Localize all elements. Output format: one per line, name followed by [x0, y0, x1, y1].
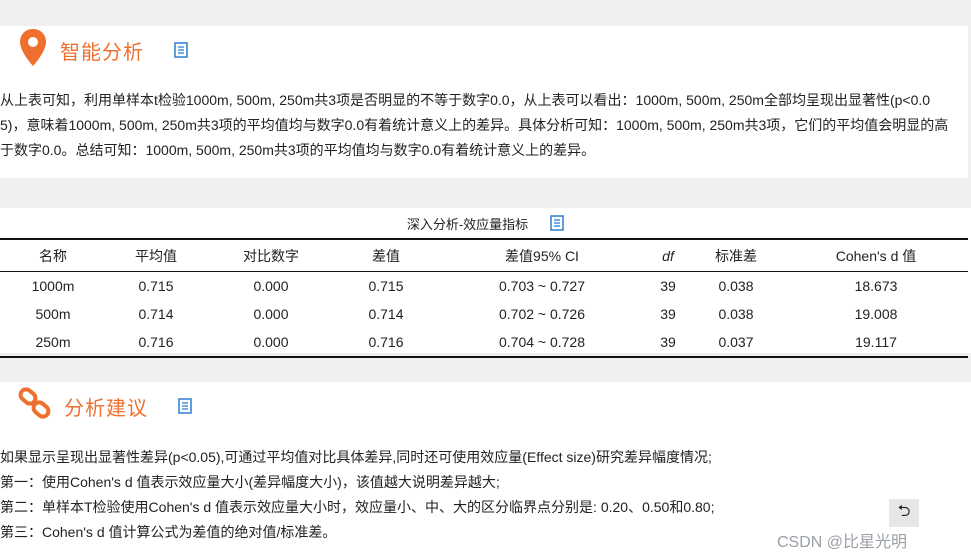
smart-analysis-line: 从上表可知，利用单样本t检验1000m, 500m, 250m共3项是否明显的不…: [0, 92, 931, 108]
smart-analysis-line: 5)，意味着1000m, 500m, 250m共3项的平均值均与数字0.0有着统…: [0, 117, 949, 133]
table-cell: 500m: [35, 306, 71, 322]
column-header: Cohen's d 值: [784, 238, 968, 272]
advice-line: 第一：使用Cohen's d 值表示效应量大小(差异幅度大小)，该值越大说明差异…: [0, 474, 500, 490]
effect-size-panel: 深入分析-效应量指标 名称 平均值 对比数字 差值 差值95% CI df 标准…: [0, 208, 971, 358]
table-cell: 0.000: [206, 328, 336, 358]
smart-analysis-line: 于数字0.0。总结可知：1000m, 500m, 250m共3项的平均值均与数字…: [0, 142, 596, 158]
table-cell: 39: [660, 278, 676, 294]
back-to-top-button[interactable]: ⮌: [889, 499, 919, 527]
smart-analysis-title: 智能分析: [60, 41, 144, 64]
advice-line: 第二：单样本T检验使用Cohen's d 值表示效应量大小时，效应量小、中、大的…: [0, 499, 715, 515]
document-icon[interactable]: [178, 398, 192, 414]
table-cell: 1000m: [31, 278, 75, 294]
smart-analysis-header: 智能分析: [18, 26, 188, 74]
table-cell: 19.008: [854, 306, 898, 322]
table-cell: 0.714: [138, 306, 174, 322]
smart-analysis-panel: 智能分析 从上表可知，利用单样本t检验1000m, 500m, 250m共3项是…: [0, 26, 968, 178]
table-header-row: 名称 平均值 对比数字 差值 差值95% CI df 标准差 Cohen's d…: [0, 238, 968, 272]
table-cell: 0.715: [138, 278, 174, 294]
document-icon[interactable]: [174, 42, 188, 58]
analysis-advice-title: 分析建议: [64, 397, 148, 420]
table-cell: 0.000: [253, 306, 289, 322]
smart-analysis-text: 从上表可知，利用单样本t检验1000m, 500m, 250m共3项是否明显的不…: [0, 88, 966, 163]
table-row: 1000m 0.715 0.000 0.715 0.703 ~ 0.727 39…: [0, 272, 968, 301]
table-cell: 0.702 ~ 0.726: [498, 306, 586, 322]
column-header: 标准差: [688, 238, 784, 272]
table-cell: 0.037: [688, 328, 784, 358]
analysis-advice-header: 分析建议: [18, 382, 192, 430]
column-header: 名称: [0, 238, 106, 272]
advice-line: 第三：Cohen's d 值计算公式为差值的绝对值/标准差。: [0, 524, 337, 540]
column-header: 差值95% CI: [436, 238, 648, 272]
table-cell: 0.716: [106, 328, 206, 358]
table-cell: 0.714: [368, 306, 404, 322]
column-header: 差值: [336, 238, 436, 272]
watermark: CSDN @比星光明: [777, 534, 908, 551]
table-cell: 0.716: [336, 328, 436, 358]
table-caption-text: 深入分析-效应量指标: [406, 216, 529, 232]
table-row: 250m 0.716 0.000 0.716 0.704 ~ 0.728 39 …: [0, 328, 968, 358]
table-cell: 0.703 ~ 0.727: [498, 278, 586, 294]
table-cell: 18.673: [854, 278, 898, 294]
table-cell: 39: [660, 306, 676, 322]
location-pin-icon: [18, 28, 48, 73]
table-cell: 0.038: [718, 278, 754, 294]
link-chain-icon: [18, 386, 52, 426]
table-cell: 19.117: [784, 328, 968, 358]
table-cell: 39: [648, 328, 688, 358]
table-cell: 0.704 ~ 0.728: [436, 328, 648, 358]
column-header: df: [648, 238, 688, 272]
table-row: 500m 0.714 0.000 0.714 0.702 ~ 0.726 39 …: [0, 300, 968, 328]
table-cell: 0.715: [368, 278, 404, 294]
table-caption: 深入分析-效应量指标: [0, 211, 971, 235]
column-header: 平均值: [106, 238, 206, 272]
table-cell: 0.038: [718, 306, 754, 322]
effect-size-table: 名称 平均值 对比数字 差值 差值95% CI df 标准差 Cohen's d…: [0, 238, 968, 358]
column-header: 对比数字: [206, 238, 336, 272]
advice-line: 如果显示呈现出显著性差异(p<0.05),可通过平均值对比具体差异,同时还可使用…: [0, 449, 712, 465]
table-cell: 0.000: [253, 278, 289, 294]
return-arrow-icon: ⮌: [897, 502, 911, 520]
document-icon[interactable]: [550, 215, 564, 231]
table-cell: 250m: [0, 328, 106, 358]
